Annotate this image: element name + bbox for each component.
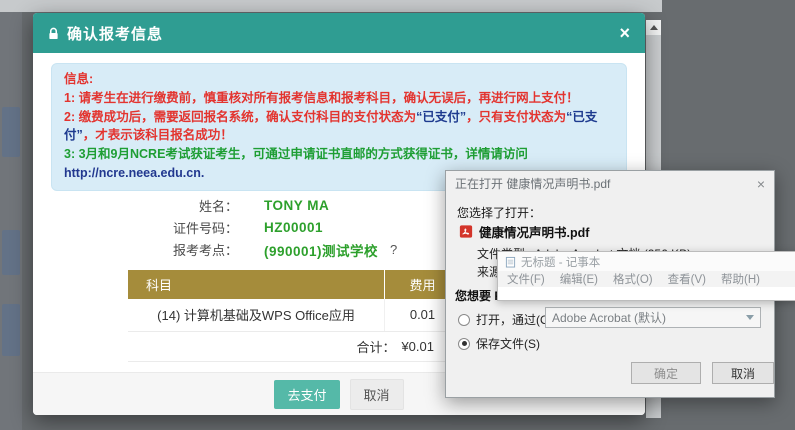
id-number-label: 证件号码： <box>33 218 238 237</box>
name-label: 姓名： <box>33 196 238 215</box>
close-icon[interactable]: × <box>757 176 765 192</box>
open-with-selected-value: Adobe Acrobat (默认) <box>552 309 666 326</box>
total-row: 合计： ¥0.01 <box>128 332 460 362</box>
save-file-radio-row[interactable]: 保存文件(S) <box>458 335 540 352</box>
chevron-down-icon <box>746 315 754 320</box>
total-value: ¥0.01 <box>401 339 434 354</box>
notepad-content-area[interactable] <box>498 287 795 300</box>
lock-icon <box>48 27 59 40</box>
menu-edit[interactable]: 编辑(E) <box>560 271 598 287</box>
open-with-radio[interactable] <box>458 314 470 326</box>
notepad-title: 无标题 - 记事本 <box>521 254 600 270</box>
download-dialog-titlebar[interactable]: 正在打开 健康情况声明书.pdf × <box>446 171 774 196</box>
background-page-top <box>0 0 662 12</box>
open-with-label: 打开，通过(O) <box>476 311 553 328</box>
file-row: 健康情况声明书.pdf <box>459 222 589 241</box>
background-content-block <box>2 304 20 356</box>
exam-site-value: (990001)测试学校 <box>264 240 378 260</box>
pay-button[interactable]: 去支付 <box>274 380 339 409</box>
pdf-file-icon <box>459 224 473 239</box>
file-name: 健康情况声明书.pdf <box>479 222 589 241</box>
notepad-menubar: 文件(F) 编辑(E) 格式(O) 查看(V) 帮助(H) <box>498 271 795 287</box>
scrollbar-up-button[interactable] <box>646 20 661 35</box>
close-icon[interactable]: × <box>619 24 630 42</box>
notepad-window: 无标题 - 记事本 文件(F) 编辑(E) 格式(O) 查看(V) 帮助(H) <box>497 251 795 301</box>
name-value: TONY MA <box>264 198 329 213</box>
id-number-value: HZ00001 <box>264 220 323 235</box>
info-line-2: 2: 缴费成功后，需要返回报名系统，确认支付科目的支付状态为“已支付”，只有支付… <box>64 108 614 146</box>
fee-table-header: 科目 费用 <box>128 270 460 299</box>
background-content-block <box>2 107 20 157</box>
ncre-link[interactable]: http://ncre.neea.edu.cn. <box>64 166 204 180</box>
open-with-radio-row[interactable]: 打开，通过(O) <box>458 311 553 328</box>
exam-site-label: 报考考点： <box>33 240 238 259</box>
save-file-label: 保存文件(S) <box>476 335 540 352</box>
table-row: (14) 计算机基础及WPS Office应用 0.01 <box>128 299 460 332</box>
notepad-icon <box>505 256 516 268</box>
menu-file[interactable]: 文件(F) <box>507 271 545 287</box>
subject-cell: (14) 计算机基础及WPS Office应用 <box>128 299 384 331</box>
chose-open-label: 您选择了打开： <box>457 204 541 221</box>
info-heading: 信息: <box>64 70 614 89</box>
dialog-cancel-button[interactable]: 取消 <box>712 362 774 384</box>
menu-view[interactable]: 查看(V) <box>668 271 706 287</box>
open-with-select[interactable]: Adobe Acrobat (默认) <box>545 307 761 328</box>
save-file-radio[interactable] <box>458 338 470 350</box>
dialog-header: 确认报考信息 × <box>33 13 645 53</box>
column-subject: 科目 <box>128 270 384 299</box>
chevron-up-icon <box>650 25 658 30</box>
ok-button[interactable]: 确定 <box>631 362 701 384</box>
dialog-title: 确认报考信息 <box>67 23 163 44</box>
notepad-titlebar[interactable]: 无标题 - 记事本 <box>498 252 795 271</box>
total-label: 合计： <box>356 337 395 356</box>
info-line-1: 1: 请考生在进行缴费前，慎重核对所有报考信息和报考科目，确认无误后，再进行网上… <box>64 89 614 108</box>
fee-table: 科目 费用 (14) 计算机基础及WPS Office应用 0.01 合计： ¥… <box>128 270 460 362</box>
exam-site-suffix: ? <box>390 242 397 257</box>
menu-help[interactable]: 帮助(H) <box>721 271 760 287</box>
background-content-block <box>2 230 20 275</box>
download-dialog-title: 正在打开 健康情况声明书.pdf <box>455 175 610 192</box>
cancel-button[interactable]: 取消 <box>350 379 404 410</box>
menu-format[interactable]: 格式(O) <box>613 271 653 287</box>
background-page-left <box>0 12 22 430</box>
